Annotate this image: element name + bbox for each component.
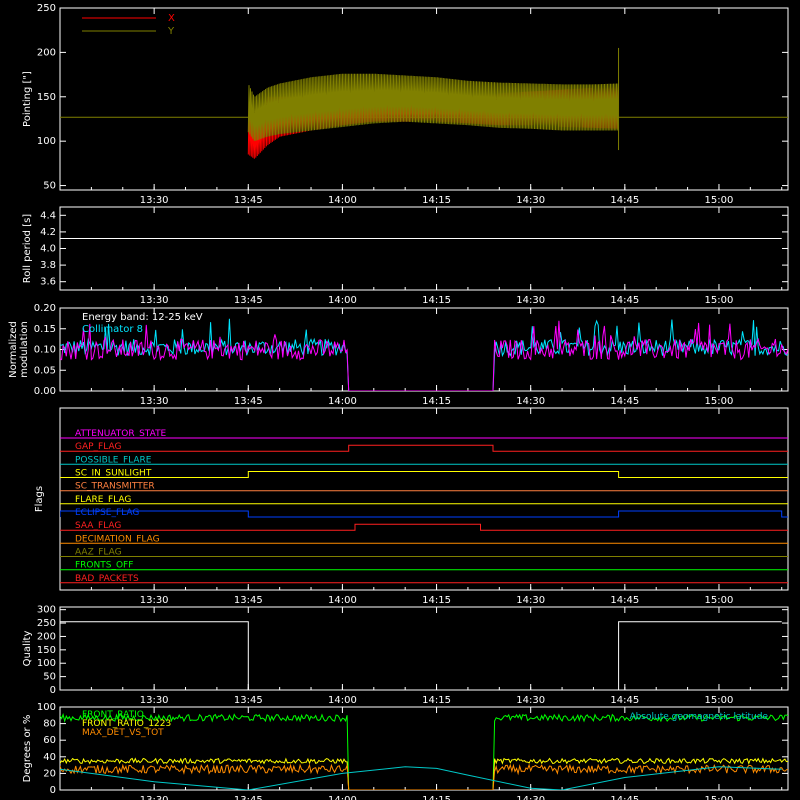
flag-label-bad_packets: BAD_PACKETS (75, 574, 139, 584)
x-tick-label: 14:30 (516, 295, 545, 306)
y-tick-label: 0.15 (34, 324, 56, 335)
y-tick-label: 50 (43, 181, 56, 192)
y-tick-label: 200 (37, 47, 56, 58)
x-tick-label: 14:30 (516, 595, 545, 606)
x-tick-label: 13:45 (234, 195, 263, 206)
y-tick-label: 4.4 (40, 210, 56, 221)
x-tick-label: 13:30 (140, 595, 169, 606)
flag-label-saa_flag: SAA_FLAG (75, 521, 121, 531)
y-tick-label: 0 (50, 685, 56, 696)
x-tick-label: 15:00 (705, 396, 734, 407)
y-axis-label: Quality (22, 631, 33, 667)
x-tick-label: 14:45 (610, 396, 639, 407)
y-tick-label: 60 (43, 735, 56, 746)
summary-figure: 13:30 13:45 14:00 14:15 14:30 14:45 15:00 50 100… (0, 0, 800, 800)
y-tick-label: 100 (37, 658, 56, 669)
x-tick-label: 14:30 (516, 695, 545, 706)
x-tick-label: 13:45 (234, 595, 263, 606)
legend-label-y: Y (167, 26, 175, 37)
x-tick-label: 14:30 (516, 195, 545, 206)
y-tick-label: 4.0 (40, 244, 56, 255)
x-tick-label: 14:00 (328, 795, 357, 800)
flag-label-flare_flag: FLARE_FLAG (75, 495, 131, 505)
x-tick-label: 14:00 (328, 396, 357, 407)
y-tick-label: 0.10 (34, 345, 56, 356)
x-tick-label: 13:30 (140, 195, 169, 206)
x-tick-label: 14:45 (610, 295, 639, 306)
y-tick-label: 50 (43, 672, 56, 683)
x-tick-label: 15:00 (705, 795, 734, 800)
y-axis-label: Normalized (8, 321, 19, 378)
x-tick-label: 13:30 (140, 396, 169, 407)
y-tick-label: 80 (43, 719, 56, 730)
x-tick-label: 13:30 (140, 295, 169, 306)
x-tick-label: 14:30 (516, 795, 545, 800)
y-axis-label: Degrees or % (22, 715, 33, 783)
y-tick-label: 150 (37, 645, 56, 656)
x-tick-label: 15:00 (705, 195, 734, 206)
x-tick-label: 14:15 (422, 396, 451, 407)
y-tick-label: 250 (37, 3, 56, 14)
x-tick-label: 15:00 (705, 595, 734, 606)
annotation-energy-band: Energy band: 12-25 keV (82, 312, 203, 323)
x-tick-label: 14:15 (422, 795, 451, 800)
y-tick-label: 100 (37, 702, 56, 713)
y-axis-label: Roll period [s] (22, 214, 33, 283)
x-tick-label: 14:00 (328, 595, 357, 606)
y-tick-label: 0 (50, 785, 56, 796)
x-tick-label: 13:30 (140, 695, 169, 706)
x-tick-label: 14:45 (610, 695, 639, 706)
x-tick-label: 14:15 (422, 295, 451, 306)
y-tick-label: 0.00 (34, 386, 56, 397)
flag-label-decimation_flag: DECIMATION_FLAG (75, 534, 160, 544)
x-tick-label: 14:00 (328, 695, 357, 706)
x-tick-label: 15:00 (705, 695, 734, 706)
x-tick-label: 14:45 (610, 795, 639, 800)
annotation-collimator: Collimator 8 (82, 324, 143, 335)
flag-label-attenuator_state: ATTENUATOR_STATE (75, 429, 167, 439)
y-tick-label: 300 (37, 605, 56, 616)
flag-label-fronts_off: FRONTS_OFF (75, 561, 133, 571)
x-tick-label: 13:45 (234, 695, 263, 706)
y-tick-label: 40 (43, 752, 56, 763)
x-tick-label: 14:00 (328, 295, 357, 306)
y-axis-label: Pointing ["] (22, 71, 33, 127)
x-tick-label: 14:15 (422, 195, 451, 206)
flag-label-sc_in_sunlight: SC_IN_SUNLIGHT (75, 469, 152, 479)
y-tick-label: 4.2 (40, 227, 56, 238)
y-tick-label: 250 (37, 618, 56, 629)
flag-label-sc_transmitter: SC_TRANSMITTER (75, 482, 155, 492)
flag-label-possible_flare: POSSIBLE_FLARE (75, 455, 152, 465)
x-tick-label: 15:00 (705, 295, 734, 306)
x-tick-label: 13:45 (234, 295, 263, 306)
x-tick-label: 14:00 (328, 195, 357, 206)
y-tick-label: 3.6 (40, 277, 56, 288)
y-axis-label: modulation (19, 321, 30, 378)
x-tick-label: 13:30 (140, 795, 169, 800)
x-tick-label: 14:45 (610, 195, 639, 206)
flag-label-aaz_flag: AAZ_FLAG (75, 548, 122, 558)
y-tick-label: 20 (43, 768, 56, 779)
y-tick-label: 0.20 (34, 303, 56, 314)
x-tick-label: 14:45 (610, 595, 639, 606)
y-axis-label: Flags (34, 486, 45, 512)
x-tick-label: 14:30 (516, 396, 545, 407)
x-tick-label: 14:15 (422, 595, 451, 606)
x-tick-label: 14:15 (422, 695, 451, 706)
y-tick-label: 100 (37, 136, 56, 147)
legend-label: MAX_DET_VS_TOT (82, 728, 164, 738)
legend-label: Absolute geomagnetic latitude (629, 712, 768, 722)
legend-label-x: X (168, 13, 175, 24)
y-tick-label: 150 (37, 92, 56, 103)
y-tick-label: 3.8 (40, 260, 56, 271)
y-tick-label: 200 (37, 631, 56, 642)
x-tick-label: 13:45 (234, 396, 263, 407)
flag-label-eclipse_flag: ECLIPSE_FLAG (75, 508, 139, 518)
x-tick-label: 13:45 (234, 795, 263, 800)
flag-label-gap_flag: GAP_FLAG (75, 442, 121, 452)
y-tick-label: 0.05 (34, 365, 56, 376)
